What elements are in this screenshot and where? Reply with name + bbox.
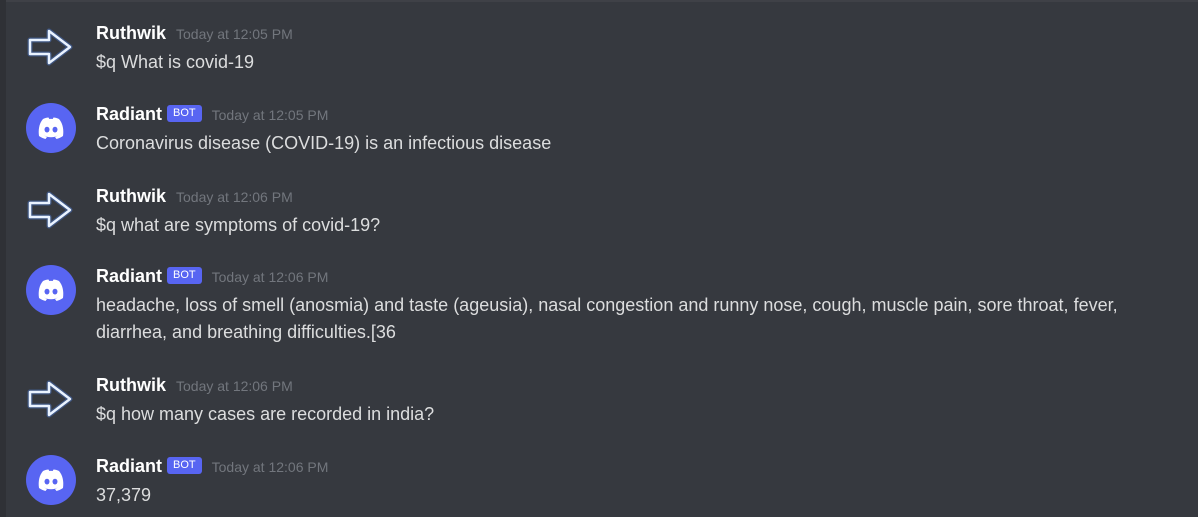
arrow-right-icon [27,28,73,66]
message-content: Ruthwik Today at 12:06 PM $q how many ca… [96,374,1178,428]
message-header: Ruthwik Today at 12:06 PM [96,185,1178,207]
discord-logo-icon [26,265,76,315]
message-timestamp: Today at 12:06 PM [176,189,293,205]
message-text: headache, loss of smell (anosmia) and ta… [96,295,1118,342]
chat-messages: Ruthwik Today at 12:05 PM $q What is cov… [6,0,1198,517]
discord-logo-icon [26,103,76,153]
avatar[interactable] [26,185,76,235]
avatar[interactable] [26,22,76,72]
avatar[interactable] [26,455,76,505]
bot-badge: BOT [167,104,202,122]
message-content: Radiant BOT Today at 12:05 PM Coronaviru… [96,103,1178,157]
message-timestamp: Today at 12:06 PM [176,378,293,394]
message-text: $q what are symptoms of covid-19? [96,215,381,235]
avatar[interactable] [26,374,76,424]
discord-logo-icon [26,455,76,505]
arrow-right-icon [27,191,73,229]
avatar[interactable] [26,265,76,315]
message-text: $q how many cases are recorded in india? [96,404,435,424]
author-name[interactable]: Ruthwik [96,23,166,44]
message-header: Radiant BOT Today at 12:06 PM [96,455,1178,477]
author-name[interactable]: Ruthwik [96,375,166,396]
message-content: Ruthwik Today at 12:06 PM $q what are sy… [96,185,1178,239]
message-header: Ruthwik Today at 12:06 PM [96,374,1178,396]
message-text: Coronavirus disease (COVID-19) is an inf… [96,133,552,153]
message-header: Ruthwik Today at 12:05 PM [96,22,1178,44]
author-name[interactable]: Radiant [96,456,162,477]
message-content: Ruthwik Today at 12:05 PM $q What is cov… [96,22,1178,76]
message-header: Radiant BOT Today at 12:05 PM [96,103,1178,125]
message-content: Radiant BOT Today at 12:06 PM 37,379 [96,455,1178,509]
arrow-right-icon [27,380,73,418]
message-content: Radiant BOT Today at 12:06 PM headache, … [96,265,1178,346]
author-name[interactable]: Ruthwik [96,186,166,207]
message-timestamp: Today at 12:05 PM [211,107,329,123]
message-timestamp: Today at 12:06 PM [211,269,329,285]
message-text: $q What is covid-19 [96,52,255,72]
message-text: 37,379 [96,485,152,505]
message-timestamp: Today at 12:06 PM [211,459,329,475]
bot-badge: BOT [167,266,202,284]
author-name[interactable]: Radiant [96,266,162,287]
avatar[interactable] [26,103,76,153]
author-name[interactable]: Radiant [96,104,162,125]
bot-badge: BOT [167,456,202,474]
message-header: Radiant BOT Today at 12:06 PM [96,265,1178,287]
message-timestamp: Today at 12:05 PM [176,26,293,42]
